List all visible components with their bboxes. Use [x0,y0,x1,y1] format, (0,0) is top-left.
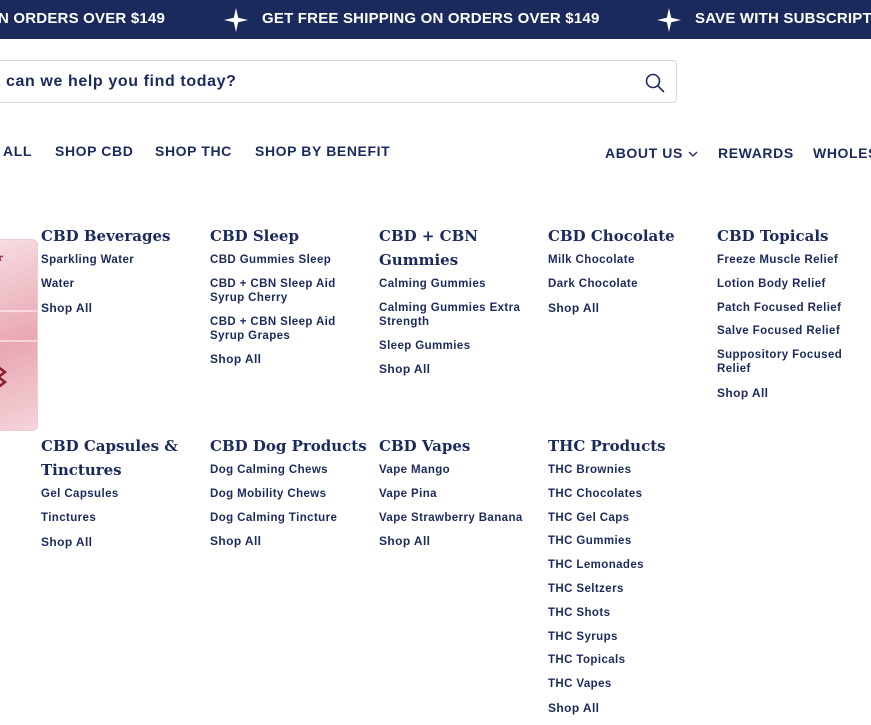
menu-link[interactable]: Calming Gummies [379,277,534,291]
menu-column-title[interactable]: CBD Topicals [717,224,867,248]
menu-link[interactable]: Gel Capsules [41,487,191,501]
menu-link[interactable]: Vape Pina [379,487,539,501]
shop-all-link[interactable]: Shop All [548,301,698,315]
menu-link[interactable]: THC Chocolates [548,487,698,501]
menu-link[interactable]: THC Gummies [548,534,698,548]
menu-column-title[interactable]: CBD Chocolate [548,224,698,248]
shop-all-link[interactable]: Shop All [210,352,360,366]
menu-link[interactable]: THC Brownies [548,463,698,477]
promo-banner-image[interactable]: r [0,239,38,431]
menu-link[interactable]: THC Vapes [548,677,698,691]
menu-column-cbd-sleep: CBD Sleep CBD Gummies Sleep CBD + CBN Sl… [210,224,360,376]
nav-shop-cbd[interactable]: SHOP CBD [55,143,133,159]
sparkle-icon [657,8,681,32]
menu-column-title[interactable]: CBD Sleep [210,224,360,248]
menu-link[interactable]: THC Lemonades [548,558,698,572]
shop-all-link[interactable]: Shop All [41,535,191,549]
menu-column-title[interactable]: CBD Beverages [41,224,201,248]
search-icon[interactable] [644,72,666,94]
shop-all-link[interactable]: Shop All [548,701,698,715]
menu-column-cbd-chocolate: CBD Chocolate Milk Chocolate Dark Chocol… [548,224,698,324]
menu-link[interactable]: CBD + CBN Sleep Aid Syrup Cherry [210,277,360,305]
nav-rewards[interactable]: REWARDS [718,145,794,161]
menu-column-title[interactable]: CBD + CBN Gummies [379,224,489,272]
menu-link[interactable]: Dog Calming Tincture [210,511,370,525]
nav-wholesale[interactable]: WHOLES [813,145,871,161]
menu-link[interactable]: THC Shots [548,606,698,620]
menu-link[interactable]: THC Gel Caps [548,511,698,525]
menu-link[interactable]: Water [41,277,201,291]
announcement-text: N ORDERS OVER $149 [0,10,165,27]
menu-column-title[interactable]: CBD Capsules & Tinctures [41,434,181,482]
menu-link[interactable]: Salve Focused Relief [717,324,867,338]
nav-shop-all[interactable]: ALL [3,143,32,159]
announcement-text: GET FREE SHIPPING ON ORDERS OVER $149 [262,10,600,27]
menu-link[interactable]: THC Topicals [548,653,698,667]
menu-column-thc-products: THC Products THC Brownies THC Chocolates… [548,434,698,725]
menu-link[interactable]: Vape Mango [379,463,539,477]
menu-link[interactable]: CBD Gummies Sleep [210,253,360,267]
menu-link[interactable]: THC Syrups [548,630,698,644]
menu-link[interactable]: Patch Focused Relief [717,301,867,315]
nav-shop-thc[interactable]: SHOP THC [155,143,232,159]
menu-link[interactable]: Dog Mobility Chews [210,487,370,501]
search-input[interactable]: can we help you find today? [6,61,236,103]
announcement-text: SAVE WITH SUBSCRIPTI [695,10,871,27]
menu-column-cbd-dog-products: CBD Dog Products Dog Calming Chews Dog M… [210,434,370,558]
menu-link[interactable]: Sparkling Water [41,253,201,267]
chevron-down-icon[interactable] [688,150,698,158]
promo-text: r [0,250,3,265]
menu-link[interactable]: Freeze Muscle Relief [717,253,867,267]
shop-all-link[interactable]: Shop All [210,534,370,548]
menu-link[interactable]: Dog Calming Chews [210,463,370,477]
menu-link[interactable]: Tinctures [41,511,191,525]
menu-link[interactable]: Lotion Body Relief [717,277,867,291]
menu-column-title[interactable]: CBD Dog Products [210,434,370,458]
shop-all-link[interactable]: Shop All [379,362,534,376]
nav-about-us[interactable]: ABOUT US [605,145,683,161]
announcement-bar: N ORDERS OVER $149 GET FREE SHIPPING ON … [0,0,871,39]
menu-column-cbd-beverages: CBD Beverages Sparkling Water Water Shop… [41,224,201,324]
search-bar[interactable]: can we help you find today? [0,60,677,103]
menu-link[interactable]: Suppository Focused Relief [717,348,867,376]
menu-column-cbd-capsules-tinctures: CBD Capsules & Tinctures Gel Capsules Ti… [41,434,191,558]
menu-link[interactable]: Sleep Gummies [379,339,534,353]
menu-column-cbd-topicals: CBD Topicals Freeze Muscle Relief Lotion… [717,224,867,410]
menu-link[interactable]: THC Seltzers [548,582,698,596]
nav-shop-by-benefit[interactable]: SHOP BY BENEFIT [255,143,390,159]
menu-link[interactable]: CBD + CBN Sleep Aid Syrup Grapes [210,315,360,343]
menu-column-cbd-vapes: CBD Vapes Vape Mango Vape Pina Vape Stra… [379,434,539,558]
sparkle-icon [224,8,248,32]
menu-column-title[interactable]: CBD Vapes [379,434,539,458]
menu-link[interactable]: Calming Gummies Extra Strength [379,301,534,329]
menu-column-title[interactable]: THC Products [548,434,698,458]
menu-link[interactable]: Vape Strawberry Banana [379,511,539,525]
chevron-icon [0,366,7,388]
menu-link[interactable]: Dark Chocolate [548,277,698,291]
menu-link[interactable]: Milk Chocolate [548,253,698,267]
shop-all-link[interactable]: Shop All [379,534,539,548]
shop-all-link[interactable]: Shop All [717,386,867,400]
shop-all-link[interactable]: Shop All [41,301,201,315]
menu-column-cbd-cbn-gummies: CBD + CBN Gummies Calming Gummies Calmin… [379,224,534,386]
